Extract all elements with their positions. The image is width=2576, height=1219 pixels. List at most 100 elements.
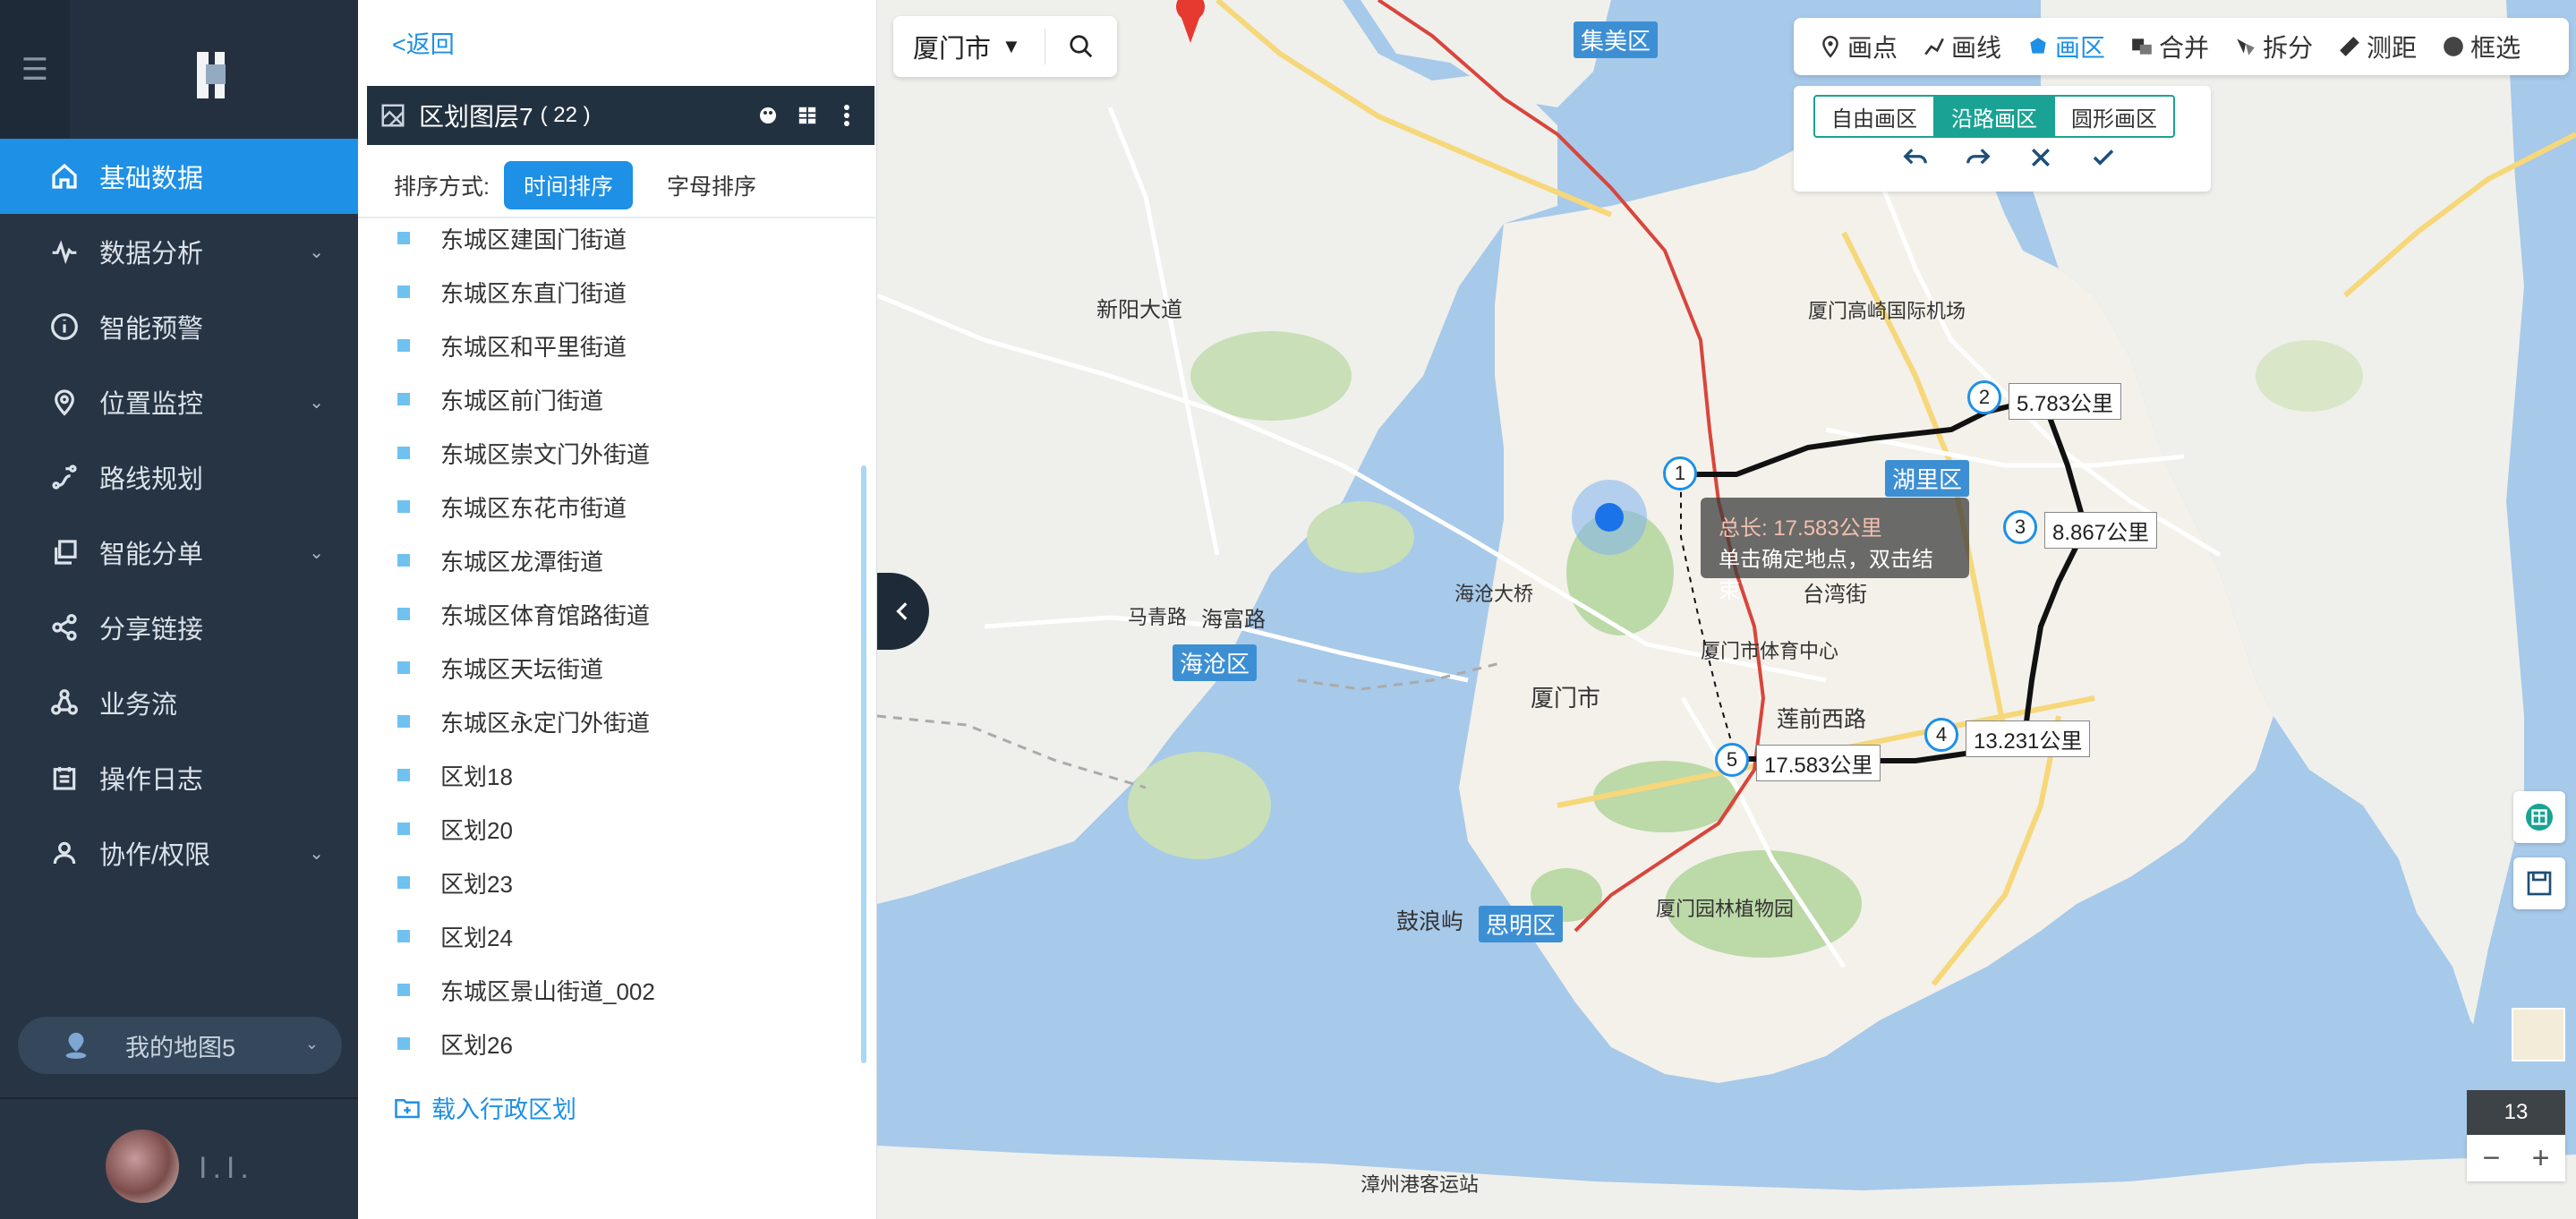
region-name: 东城区前门街道 bbox=[440, 387, 604, 414]
region-name: 区划18 bbox=[440, 763, 513, 790]
sidebar-item-label: 分享链接 bbox=[99, 616, 204, 644]
back-link[interactable]: <返回 bbox=[392, 25, 455, 60]
palette-icon[interactable] bbox=[755, 102, 781, 129]
tool-label: 画区 bbox=[2055, 34, 2106, 62]
tool-draw-point[interactable]: 画点 bbox=[1806, 29, 1910, 64]
list-item[interactable]: 东城区东直门街道 bbox=[394, 265, 841, 319]
tool-measure[interactable]: 测距 bbox=[2325, 29, 2429, 64]
list-item[interactable]: 区划26 bbox=[394, 1017, 841, 1070]
region-color-swatch bbox=[397, 393, 410, 405]
sidebar-item-permission[interactable]: 协作/权限 ⌄ bbox=[0, 815, 358, 891]
undo-icon[interactable] bbox=[1899, 141, 1932, 174]
layer-table-button[interactable] bbox=[2513, 791, 2565, 843]
sidebar-item-basic-data[interactable]: 基础数据 bbox=[0, 139, 358, 214]
load-admin-region-link[interactable]: 载入行政区划 bbox=[394, 1090, 576, 1125]
menu-fold-icon[interactable]: ☰ bbox=[0, 0, 70, 139]
list-item[interactable]: 东城区前门街道 bbox=[394, 372, 841, 426]
region-color-swatch bbox=[397, 823, 410, 835]
avatar[interactable] bbox=[106, 1129, 179, 1203]
map-canvas[interactable]: 湖里区 思明区 海沧区 集美区 厦门市 厦门高崎国际机场 鼓浪屿 海沧大桥 莲前… bbox=[877, 0, 2576, 1219]
layer-icon bbox=[381, 104, 405, 127]
tool-label: 拆分 bbox=[2263, 34, 2314, 62]
list-item[interactable]: 东城区崇文门外街道 bbox=[394, 426, 841, 480]
list-item[interactable]: 东城区龙潭街道 bbox=[394, 533, 841, 587]
region-name: 东城区东花市街道 bbox=[440, 494, 627, 522]
list-item[interactable]: 东城区建国门街道 bbox=[394, 211, 841, 265]
tool-merge[interactable]: 合并 bbox=[2118, 29, 2222, 64]
mode-along-road[interactable]: 沿路画区 bbox=[1935, 97, 2055, 136]
city-name: 厦门市 bbox=[913, 35, 992, 64]
sidebar: ☰ 基础数据 数据分析 ⌄ 智能预警 位置监控 ⌄ 路线规划 智能分单 ⌄ 分享… bbox=[0, 0, 358, 1219]
layer-header: 区划图层7 ( 22 ) bbox=[367, 86, 874, 145]
list-item[interactable]: 东城区天坛街道 bbox=[394, 641, 841, 695]
zoom-out-button[interactable]: − bbox=[2467, 1135, 2516, 1181]
route-node[interactable]: 2 bbox=[1967, 380, 2001, 414]
tool-box-select[interactable]: 框选 bbox=[2429, 29, 2533, 64]
mode-circle[interactable]: 圆形画区 bbox=[2055, 97, 2173, 136]
sidebar-item-label: 智能分单 bbox=[99, 541, 204, 569]
region-name: 东城区龙潭街道 bbox=[440, 548, 604, 575]
sidebar-item-dispatch[interactable]: 智能分单 ⌄ bbox=[0, 515, 358, 590]
chevron-down-icon: ⌄ bbox=[309, 393, 324, 413]
road-label: 新阳大道 bbox=[1096, 298, 1182, 322]
box-select-icon bbox=[2444, 37, 2463, 56]
list-item[interactable]: 东城区景山街道_002 bbox=[394, 963, 841, 1017]
list-item[interactable]: 区划20 bbox=[394, 802, 841, 856]
list-item[interactable]: 区划18 bbox=[394, 748, 841, 802]
mode-free-draw[interactable]: 自由画区 bbox=[1815, 97, 1935, 136]
region-color-swatch bbox=[397, 339, 410, 352]
tool-split[interactable]: 拆分 bbox=[2222, 29, 2325, 64]
list-item[interactable]: 东城区东花市街道 bbox=[394, 480, 841, 533]
sidebar-item-data-analysis[interactable]: 数据分析 ⌄ bbox=[0, 214, 358, 289]
region-color-swatch bbox=[397, 1037, 410, 1050]
list-item[interactable]: 东城区永定门外街道 bbox=[394, 695, 841, 748]
sort-row: 排序方式: 时间排序 字母排序 bbox=[394, 161, 776, 209]
table-icon[interactable] bbox=[794, 102, 821, 129]
more-icon[interactable] bbox=[833, 102, 860, 129]
zoom-in-button[interactable]: + bbox=[2516, 1135, 2565, 1181]
chevron-down-icon: ⌄ bbox=[304, 1035, 319, 1053]
sidebar-item-label: 业务流 bbox=[99, 691, 178, 720]
save-button[interactable] bbox=[2513, 857, 2565, 909]
route-node[interactable]: 1 bbox=[1663, 456, 1697, 490]
route-node[interactable]: 5 bbox=[1715, 743, 1749, 777]
sidebar-item-log[interactable]: 操作日志 bbox=[0, 740, 358, 815]
sidebar-nav: 基础数据 数据分析 ⌄ 智能预警 位置监控 ⌄ 路线规划 智能分单 ⌄ 分享链接… bbox=[0, 139, 358, 891]
app-logo bbox=[197, 52, 236, 98]
redo-icon[interactable] bbox=[1962, 141, 1994, 174]
city-dropdown[interactable]: 厦门市 ▼ bbox=[893, 29, 1045, 64]
list-item[interactable]: 东城区体育馆路街道 bbox=[394, 587, 841, 641]
sidebar-item-location[interactable]: 位置监控 ⌄ bbox=[0, 364, 358, 439]
tool-draw-line[interactable]: 画线 bbox=[1910, 29, 2014, 64]
area-mode-group: 自由画区 沿路画区 圆形画区 bbox=[1813, 95, 2175, 138]
basemap-thumbnail[interactable] bbox=[2512, 1008, 2565, 1061]
sort-alpha-button[interactable]: 字母排序 bbox=[647, 161, 776, 209]
region-color-swatch bbox=[397, 715, 410, 728]
route-node[interactable]: 3 bbox=[2003, 510, 2037, 544]
workflow-icon bbox=[49, 687, 80, 718]
list-item[interactable]: 东城区和平里街道 bbox=[394, 319, 841, 372]
sidebar-item-route[interactable]: 路线规划 bbox=[0, 439, 358, 515]
scrollbar[interactable] bbox=[861, 465, 866, 1063]
sort-time-button[interactable]: 时间排序 bbox=[503, 161, 633, 209]
measure-tooltip: 总长: 17.583公里 单击确定地点，双击结束 bbox=[1701, 498, 1969, 603]
route-distance: 5.783公里 bbox=[2009, 383, 2122, 420]
region-name: 东城区天坛街道 bbox=[440, 655, 604, 683]
sidebar-item-share[interactable]: 分享链接 bbox=[0, 590, 358, 665]
chevron-down-icon: ⌄ bbox=[309, 243, 324, 262]
sidebar-item-workflow[interactable]: 业务流 bbox=[0, 665, 358, 740]
search-button[interactable] bbox=[1045, 33, 1117, 60]
route-node[interactable]: 4 bbox=[1924, 718, 1958, 752]
sidebar-header: ☰ bbox=[0, 0, 358, 139]
city-selector[interactable]: 厦门市 ▼ bbox=[893, 16, 1117, 77]
my-map-selector[interactable]: 我的地图5 ⌄ bbox=[18, 1017, 342, 1074]
close-icon[interactable] bbox=[2025, 141, 2057, 174]
list-item[interactable]: 区划24 bbox=[394, 909, 841, 963]
tool-draw-area[interactable]: 画区 bbox=[2014, 29, 2118, 64]
check-icon[interactable] bbox=[2087, 141, 2120, 174]
sidebar-item-warning[interactable]: 智能预警 bbox=[0, 289, 358, 364]
user-name: I.I. bbox=[199, 1151, 254, 1185]
list-item[interactable]: 区划23 bbox=[394, 856, 841, 909]
chevron-down-icon: ⌄ bbox=[309, 844, 324, 864]
area-mode-panel: 自由画区 沿路画区 圆形画区 bbox=[1794, 86, 2211, 192]
